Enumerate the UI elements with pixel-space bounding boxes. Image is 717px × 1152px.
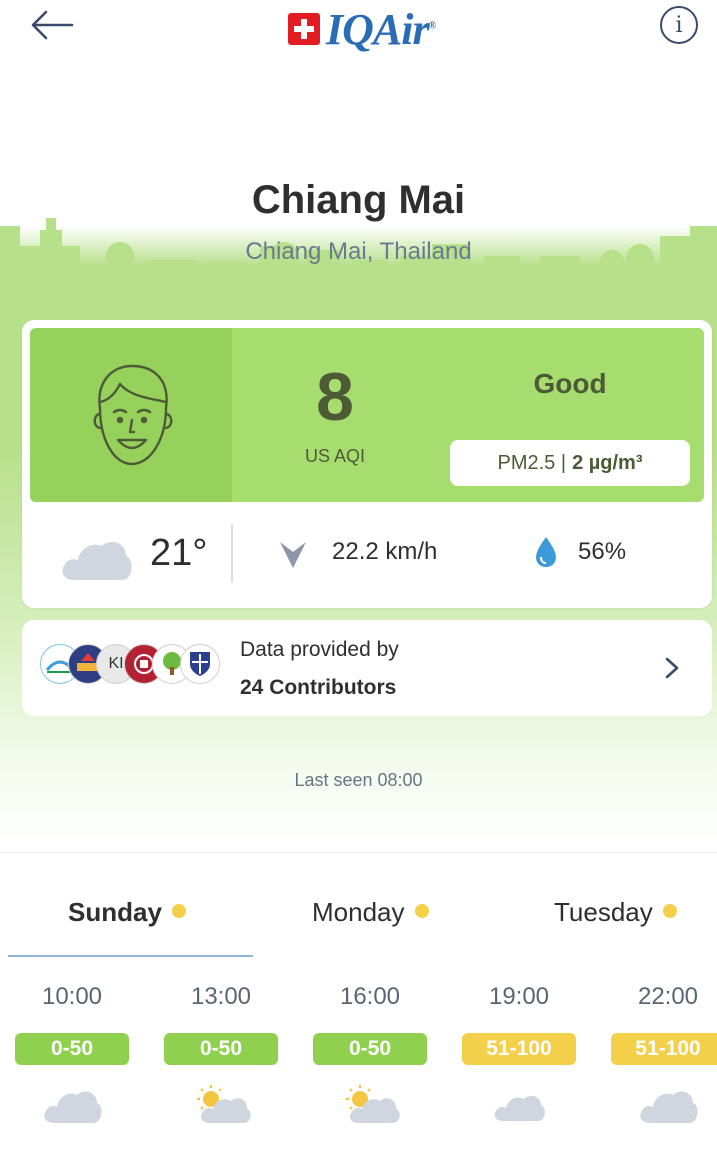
swiss-flag-icon — [288, 13, 320, 45]
region-name: Chiang Mai, Thailand — [245, 238, 472, 265]
last-seen: Last seen 08:00 — [294, 770, 423, 790]
info-button[interactable]: i — [660, 6, 698, 44]
cloud-icon — [640, 1091, 698, 1123]
contributors-caption: Data provided by — [240, 638, 399, 661]
contributor-logo-text: KI — [108, 655, 124, 672]
forecast-slot: 19:00 51-100 — [460, 983, 578, 1132]
sun-cloud-icon — [346, 1085, 400, 1123]
slot-time: 16:00 — [339, 983, 401, 1010]
aqi-panel: 8 US AQI Good PM2.5 | 2 µg/m³ — [30, 328, 704, 502]
contributor-logos: KI — [40, 644, 220, 692]
tab-sunday[interactable]: Sunday — [68, 897, 186, 957]
aqi-range-badge: 0-50 — [164, 1033, 278, 1065]
happy-face-icon — [93, 364, 173, 466]
chevron-right-icon — [665, 657, 679, 679]
city-name: Chiang Mai — [251, 178, 466, 222]
cloud-icon — [62, 541, 132, 580]
day-label: Sunday — [68, 897, 162, 927]
cloud-icon — [44, 1091, 102, 1123]
pollutant-name: PM2.5 | — [497, 451, 567, 474]
aqi-card[interactable]: 8 US AQI Good PM2.5 | 2 µg/m³ 21° 22.2 k… — [22, 320, 712, 608]
aqi-range-badge: 0-50 — [15, 1033, 129, 1065]
contributors-card[interactable]: KI Data provided by 24 Contributors — [22, 620, 712, 716]
wind-speed: 22.2 km/h — [332, 538, 438, 565]
tab-monday[interactable]: Monday — [312, 897, 429, 957]
weather-row: 21° 22.2 km/h 56% — [30, 516, 704, 596]
brand-logo: IQAir® — [288, 4, 437, 54]
pollutant-pill[interactable]: PM2.5 | 2 µg/m³ — [450, 440, 690, 486]
info-icon: i — [675, 12, 683, 38]
aqi-hero: Chiang Mai Chiang Mai, Thailand 8 US AQI… — [0, 66, 717, 846]
active-tab-indicator — [8, 955, 253, 957]
contributors-count: 24 Contributors — [240, 676, 397, 699]
sun-cloud-icon — [197, 1085, 251, 1123]
aqi-dot-icon — [171, 904, 186, 918]
top-bar: IQAir® i — [0, 0, 717, 66]
wind-direction-icon — [280, 542, 306, 568]
slot-time: 13:00 — [190, 983, 252, 1010]
aqi-status: Good — [533, 368, 607, 399]
forecast-slot: 13:00 0-50 — [162, 983, 280, 1132]
pollutant-concentration: 2 µg/m³ — [572, 451, 643, 474]
cloud-icon — [494, 1095, 545, 1121]
day-label: Tuesday — [554, 897, 653, 927]
forecast-slot: 22:00 51-100 — [609, 983, 717, 1132]
tab-tuesday[interactable]: Tuesday — [554, 897, 677, 957]
contributor-logo — [180, 644, 220, 684]
aqi-range-badge: 51-100 — [462, 1033, 576, 1065]
aqi-value: 8 — [316, 359, 354, 435]
forecast-section: Sunday Monday Tuesday 10:00 0-50 13:00 0… — [0, 852, 717, 1152]
temperature: 21° — [150, 532, 208, 574]
aqi-range-badge: 0-50 — [313, 1033, 427, 1065]
aqi-unit-label: US AQI — [304, 446, 366, 466]
forecast-day-tabs: Sunday Monday Tuesday — [0, 897, 717, 957]
day-label: Monday — [312, 897, 405, 927]
forecast-slot: 16:00 0-50 — [311, 983, 429, 1132]
slot-time: 10:00 — [41, 983, 103, 1010]
humidity: 56% — [578, 538, 627, 565]
divider — [231, 524, 233, 582]
face-box — [30, 328, 232, 502]
back-button[interactable] — [30, 8, 74, 42]
registered-mark: ® — [428, 19, 437, 31]
aqi-dot-icon — [414, 904, 429, 918]
aqi-range-badge: 51-100 — [611, 1033, 717, 1065]
brand-name: IQAir — [326, 4, 430, 54]
slot-time: 22:00 — [637, 983, 699, 1010]
forecast-slot: 10:00 0-50 — [13, 983, 131, 1132]
aqi-dot-icon — [662, 904, 677, 918]
water-drop-icon — [536, 537, 556, 567]
arrow-left-icon — [31, 10, 74, 40]
slot-time: 19:00 — [488, 983, 550, 1010]
